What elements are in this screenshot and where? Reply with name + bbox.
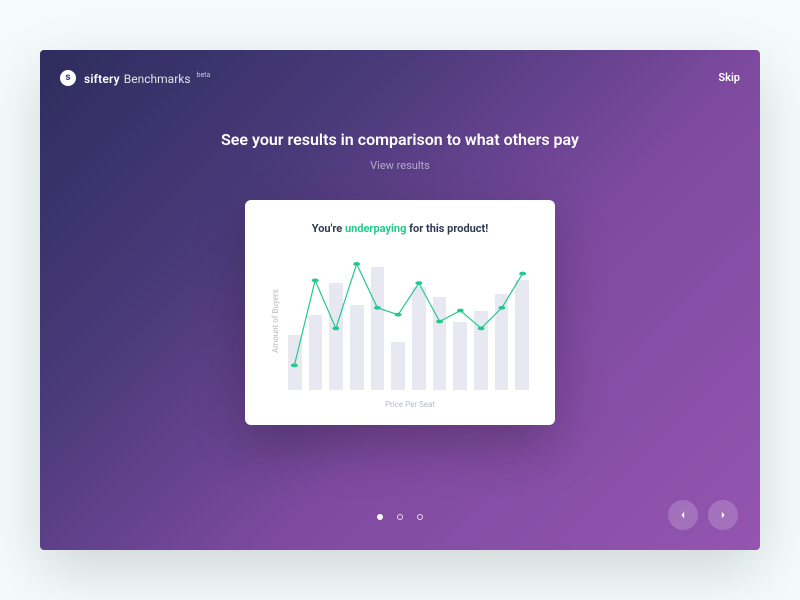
card-title-suffix: for this product! — [406, 222, 488, 235]
chart-area — [284, 253, 533, 390]
skip-button[interactable]: Skip — [718, 71, 740, 84]
next-button[interactable] — [708, 500, 738, 530]
pagination-dot[interactable] — [397, 514, 403, 520]
brand-badge-letter: s — [65, 72, 70, 83]
brand-text-wrap: siftery Benchmarks beta — [84, 68, 210, 87]
brand-section: Benchmarks — [124, 72, 191, 86]
chart: Amount of Buyers — [267, 253, 533, 390]
hero: See your results in comparison to what o… — [40, 130, 760, 172]
chart-ylabel: Amount of Buyers — [267, 253, 284, 390]
header: s siftery Benchmarks beta Skip — [60, 68, 740, 87]
pagination-dot[interactable] — [417, 514, 423, 520]
results-card: You're underpaying for this product! Amo… — [245, 200, 555, 425]
hero-title: See your results in comparison to what o… — [40, 130, 760, 149]
card-title: You're underpaying for this product! — [267, 222, 533, 235]
brand-beta-tag: beta — [197, 71, 211, 79]
card-title-prefix: You're — [312, 222, 345, 235]
pagination-dot[interactable] — [377, 514, 383, 520]
card-title-highlight: underpaying — [345, 222, 406, 235]
pagination-dots — [377, 514, 423, 520]
hero-subtitle: View results — [40, 159, 760, 172]
chart-xlabel: Price Per Seat — [287, 400, 533, 409]
prev-button[interactable] — [668, 500, 698, 530]
nav-buttons — [668, 500, 738, 530]
brand-name: siftery — [84, 72, 120, 86]
onboarding-panel: s siftery Benchmarks beta Skip See your … — [40, 50, 760, 550]
chart-line — [284, 253, 533, 390]
chevron-left-icon — [679, 511, 687, 519]
brand: s siftery Benchmarks beta — [60, 68, 210, 87]
brand-badge-icon: s — [60, 70, 76, 86]
chevron-right-icon — [719, 511, 727, 519]
